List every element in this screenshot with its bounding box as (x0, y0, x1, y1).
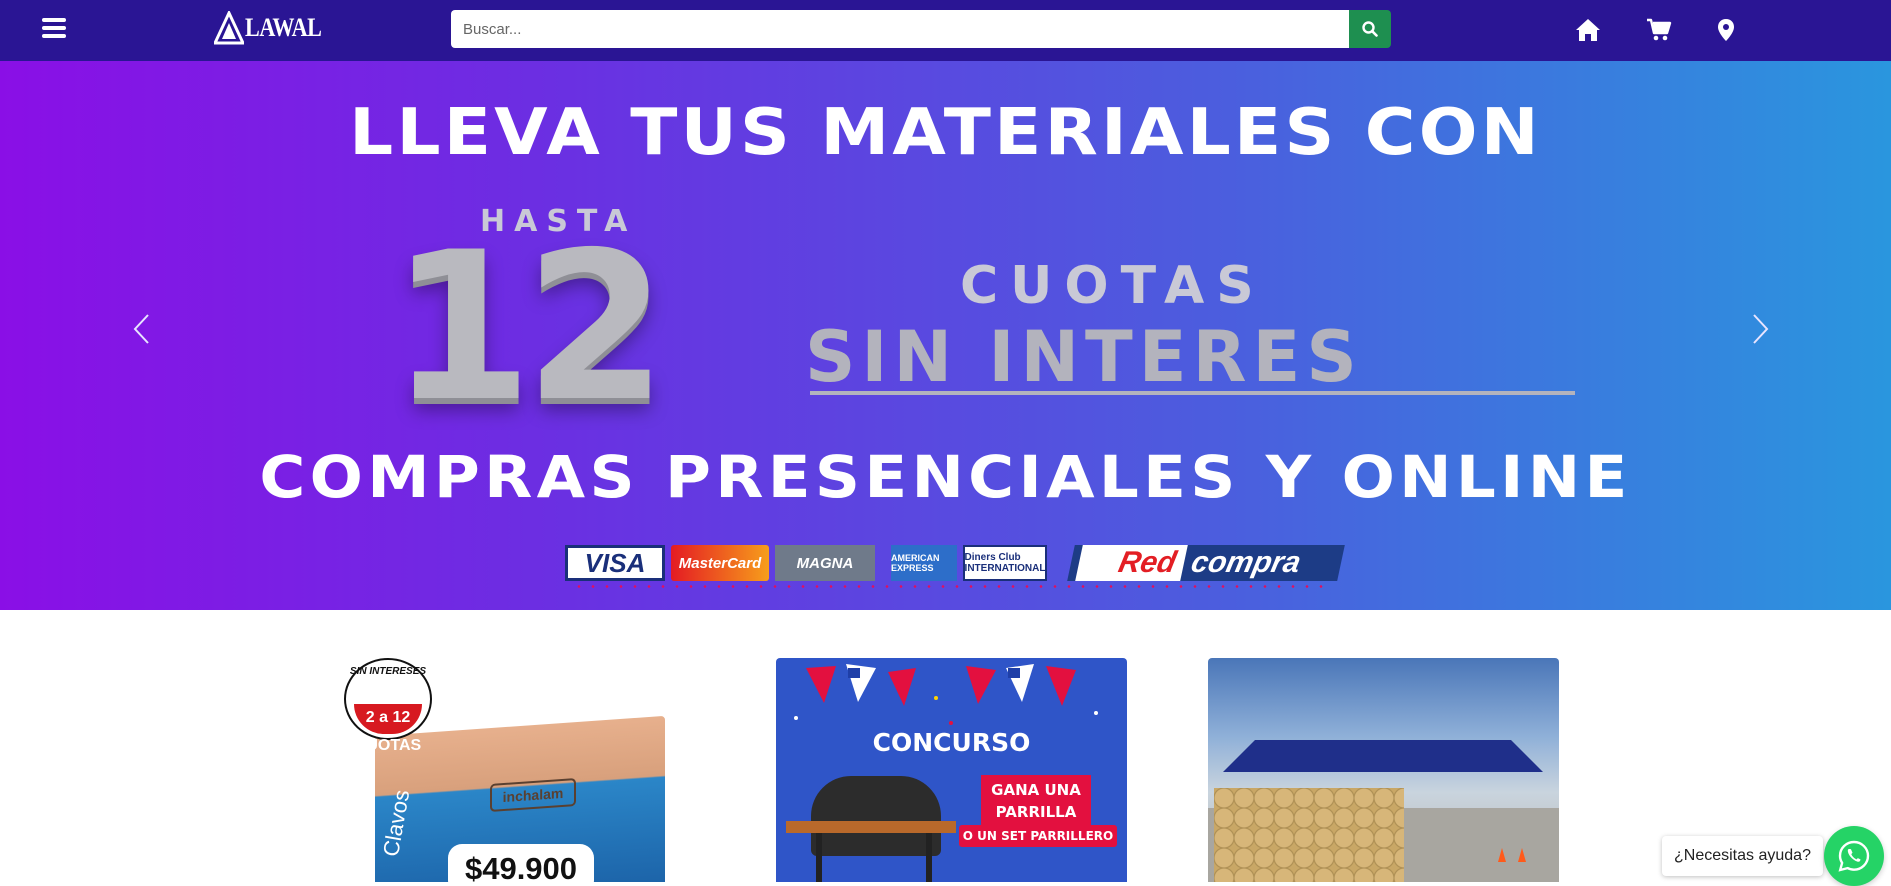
search-icon (1362, 21, 1378, 37)
timber-stack-image (1214, 788, 1404, 882)
location-button[interactable] (1713, 17, 1739, 43)
payment-methods: VISA MasterCard MAGNA AMERICAN EXPRESS D… (565, 544, 1347, 582)
redcompra-logo: Red compra (1067, 545, 1345, 581)
home-icon (1576, 19, 1600, 41)
grill-image (811, 776, 941, 856)
price-tag: $49.900 (448, 844, 594, 882)
hero-sin-intereses-text: SIN INTERES (805, 316, 1363, 398)
brand-name: LAWAL (245, 13, 322, 42)
promo-title: CONCURSO (872, 728, 1031, 757)
redcompra-red-text: Red (1075, 545, 1188, 581)
hero-cuotas-text: CUOTAS (960, 256, 1266, 316)
promo-tile-concurso[interactable]: CONCURSO GANA UNA PARRILLA O UN SET PARR… (776, 658, 1127, 882)
whatsapp-icon (1838, 840, 1870, 872)
grill-leg (926, 833, 932, 882)
search-button[interactable] (1349, 10, 1391, 48)
menu-icon[interactable] (42, 18, 66, 40)
cart-button[interactable] (1646, 17, 1672, 43)
search-bar (451, 10, 1391, 48)
chevron-right-icon (1753, 314, 1769, 344)
hero-carousel[interactable]: LLEVA TUS MATERIALES CON HASTA 12 CUOTAS… (0, 61, 1891, 610)
top-navbar: LAWAL (0, 0, 1891, 61)
promo-prize: GANA UNA PARRILLA (981, 775, 1091, 827)
logo-mark-icon (214, 11, 244, 45)
brand-logo[interactable]: LAWAL (214, 10, 335, 46)
chevron-left-icon (133, 314, 149, 344)
help-bubble[interactable]: ¿Necesitas ayuda? (1662, 836, 1823, 876)
promo-tile-clavos[interactable]: inchalam Clavos SIN INTERESES 2 a 12 CUO… (340, 658, 691, 882)
carousel-next-button[interactable] (1748, 311, 1772, 347)
redcompra-compra-text: compra (1188, 546, 1304, 579)
hero-dotted-line (572, 585, 1332, 588)
hero-number: 12 (390, 209, 667, 447)
carousel-prev-button[interactable] (130, 311, 154, 347)
hero-underline (810, 391, 1575, 395)
home-button[interactable] (1575, 17, 1601, 43)
grill-shelf-image (786, 821, 956, 833)
grill-leg (816, 833, 822, 882)
promo-alt-prize: O UN SET PARRILLERO (959, 825, 1117, 847)
whatsapp-button[interactable] (1824, 826, 1884, 886)
diners-logo: Diners Club INTERNATIONAL (963, 545, 1047, 581)
magna-logo: MAGNA (775, 545, 875, 581)
hero-headline: LLEVA TUS MATERIALES CON (349, 96, 1542, 170)
mastercard-logo: MasterCard (671, 545, 769, 581)
visa-logo: VISA (565, 545, 665, 581)
amex-logo: AMERICAN EXPRESS (891, 545, 957, 581)
installments-badge: SIN INTERESES 2 a 12 CUOTAS (344, 658, 432, 754)
search-input[interactable] (451, 10, 1349, 48)
promo-tile-warehouse[interactable] (1208, 658, 1559, 882)
badge-bottom-text: 2 a 12 CUOTAS (354, 704, 422, 754)
hero-subheadline: COMPRAS PRESENCIALES Y ONLINE (259, 443, 1632, 511)
product-brand: inchalam (490, 777, 576, 813)
cart-icon (1647, 18, 1672, 41)
badge-top-text: SIN INTERESES (349, 666, 427, 677)
location-pin-icon (1718, 19, 1734, 41)
flags-garland-image (794, 664, 1098, 725)
warehouse-canopy-image (1223, 740, 1543, 772)
